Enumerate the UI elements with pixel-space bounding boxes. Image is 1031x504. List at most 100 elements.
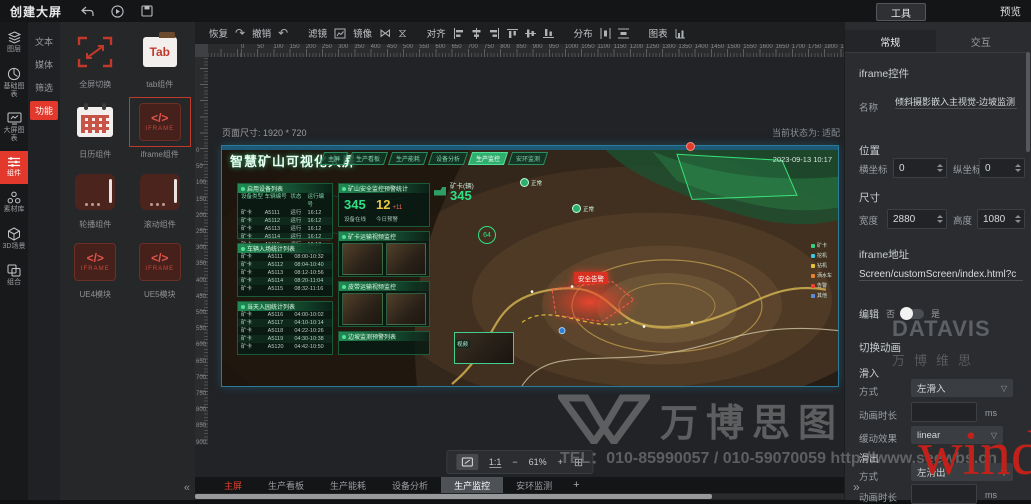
horizontal-ruler: 0 50 100 150 200 250 300 350 400 450 500 550 600 650 7… <box>208 44 844 57</box>
align-bottom-icon[interactable] <box>542 28 554 39</box>
stepper-arrows[interactable] <box>934 164 946 172</box>
fit-screen-button[interactable] <box>455 454 478 470</box>
undo-icon[interactable]: ↶ <box>278 27 288 39</box>
easing-select[interactable]: linear ▽ <box>911 426 1003 444</box>
slide-in-duration-input[interactable] <box>911 402 977 422</box>
back-icon[interactable] <box>72 0 102 22</box>
component-panel: 全屏切换 Tab tab组件 日历组件 </> IFRAME iframe组件 … <box>60 22 195 500</box>
sidebar-item-components[interactable]: 组件 <box>0 151 28 184</box>
edit-yes-option[interactable]: 是 <box>931 307 940 320</box>
y-coordinate-stepper[interactable]: 0 <box>979 158 1025 178</box>
align-middle-icon[interactable] <box>524 28 536 39</box>
category-function[interactable]: 功能 <box>29 101 58 120</box>
distribute-vertical-icon[interactable] <box>617 28 629 39</box>
scrollbar-thumb[interactable] <box>195 494 712 499</box>
iframe-widget-preview[interactable]: 智慧矿山可视化大屏 主屏 生产看板 生产能耗 设备分析 生产监控 安环监测 20… <box>222 142 838 386</box>
tab-general[interactable]: 常规 <box>845 30 936 52</box>
height-stepper[interactable]: 1080 <box>977 209 1025 229</box>
width-stepper[interactable]: 2880 <box>887 209 947 229</box>
sidebar-item-basic-charts[interactable]: 基础图表 <box>0 62 28 105</box>
stepper-arrows[interactable] <box>1012 164 1024 172</box>
component-fullscreen[interactable]: 全屏切换 <box>66 30 125 90</box>
category-filter[interactable]: 筛选 <box>30 78 58 97</box>
tab-interaction[interactable]: 交互 <box>936 30 1027 52</box>
zoom-out-button[interactable]: − <box>512 457 517 467</box>
zoom-1to1-button[interactable]: 1:1 <box>488 457 502 468</box>
dashboard-header-strip <box>222 146 838 150</box>
collapse-panel-icon[interactable]: « <box>184 482 190 494</box>
slide-out-duration-input[interactable] <box>911 484 977 504</box>
align-left-icon[interactable] <box>453 27 464 39</box>
align-label: 对齐 <box>426 29 446 40</box>
component-categories: 文本 媒体 筛选 功能 <box>28 22 60 500</box>
x-label: 横坐标 <box>859 165 888 176</box>
stepper-arrows[interactable] <box>934 215 946 223</box>
table-row: 矿卡 A5118 04:22-10:26 <box>241 328 324 334</box>
align-center-icon[interactable] <box>471 27 482 39</box>
x-coordinate-stepper[interactable]: 0 <box>893 158 947 178</box>
save-icon[interactable] <box>132 0 162 22</box>
sidebar-item-layers[interactable]: 图层 <box>0 26 28 60</box>
redo-icon[interactable]: ↷ <box>235 27 245 39</box>
preview-button[interactable]: 预览 <box>1000 4 1021 19</box>
dash-tab-4: 生产监控 <box>467 152 509 165</box>
table-row: 矿卡 A5112 08:04-10:40 <box>238 261 332 269</box>
inspector-scrollbar[interactable] <box>1026 52 1030 152</box>
video-thumb <box>385 243 426 275</box>
page-tab-safety[interactable]: 安环监测 <box>503 477 565 493</box>
legend-item: 矿卡 <box>810 242 832 249</box>
iframe-url-title: iframe地址 <box>859 249 910 261</box>
sidebar-item-assets[interactable]: 素材库 <box>0 186 28 220</box>
component-carousel[interactable]: 轮播组件 <box>66 170 125 230</box>
restore-label: 恢复 <box>209 29 229 40</box>
name-input[interactable]: 倾斜摄影嵌入主视觉-边坡监测 <box>895 94 1017 109</box>
edit-toggle[interactable] <box>900 306 925 320</box>
slide-in-mode-select[interactable]: 左滑入 ▽ <box>911 379 1013 397</box>
category-text[interactable]: 文本 <box>30 32 58 51</box>
add-page-button[interactable]: + <box>565 479 587 491</box>
selection-handle[interactable] <box>686 142 695 151</box>
slide-out-mode-select[interactable]: 左滑出 ▽ <box>911 463 1013 481</box>
page-tab-energy[interactable]: 生产能耗 <box>317 477 379 493</box>
expand-panel-icon[interactable]: » <box>853 480 860 494</box>
component-tab[interactable]: Tab tab组件 <box>131 30 190 90</box>
chart-icon[interactable] <box>675 28 686 39</box>
sidebar-item-screen-charts[interactable]: 大屏图表 <box>0 107 28 149</box>
tools-button[interactable]: 工具 <box>876 3 926 21</box>
component-ue5[interactable]: </> IFRAME UE5模块 <box>131 240 190 300</box>
sidebar-item-groups[interactable]: 组合 <box>0 259 28 293</box>
category-media[interactable]: 媒体 <box>30 55 58 74</box>
component-iframe[interactable]: </> IFRAME iframe组件 <box>128 97 191 160</box>
chevron-down-icon: ▽ <box>990 430 997 440</box>
canvas-toolbar: 恢复 ↷ 撤销 ↶ 滤镜 镜像 ⋈ ⧖ 对齐 分布 图表 <box>195 22 844 44</box>
component-calendar[interactable]: 日历组件 <box>66 100 125 160</box>
edit-no-option[interactable]: 否 <box>886 307 895 320</box>
flip-horizontal-icon[interactable]: ⋈ <box>379 27 391 39</box>
dash-tab-2: 生产能耗 <box>387 152 429 165</box>
iframe-url-input[interactable]: Screen/customScreen/index.html?c <box>859 266 1023 281</box>
align-top-icon[interactable] <box>506 28 518 39</box>
page-tab-main[interactable]: 主屏 <box>211 477 255 493</box>
table-row: 矿卡 A5120 04:42-10:50 <box>241 344 324 350</box>
flip-vertical-icon[interactable]: ⧖ <box>398 27 406 39</box>
zoom-toolbar: 1:1 − 61% + ⊞ <box>445 450 594 474</box>
table-row: 矿卡 A5117 04:10-10:14 <box>238 319 332 327</box>
chevron-down-icon: ▽ <box>1000 467 1007 477</box>
cube-icon <box>8 227 20 241</box>
page-tab-devices[interactable]: 设备分析 <box>379 477 441 493</box>
page-tabs-bar: 主屏 生产看板 生产能耗 设备分析 生产监控 安环监测 + <box>195 477 844 493</box>
play-icon[interactable] <box>102 0 132 22</box>
zoom-in-button[interactable]: + <box>558 457 563 467</box>
dash-tab-0: 主屏 <box>319 152 349 165</box>
component-scroll[interactable]: 滚动组件 <box>131 170 190 230</box>
sidebar-item-3d-scene[interactable]: 3D场景 <box>0 222 28 257</box>
filter-icon[interactable] <box>334 28 346 39</box>
component-ue4[interactable]: </> IFRAME UE4模块 <box>66 240 125 300</box>
grid-toggle-icon[interactable]: ⊞ <box>574 456 583 469</box>
distribute-horizontal-icon[interactable] <box>600 27 611 39</box>
stepper-arrows[interactable] <box>1012 215 1024 223</box>
page-tab-board[interactable]: 生产看板 <box>255 477 317 493</box>
page-tab-production[interactable]: 生产监控 <box>441 477 504 493</box>
align-right-icon[interactable] <box>489 27 500 39</box>
table-row: 矿卡 A5116 04:00-10:02 <box>241 312 324 318</box>
